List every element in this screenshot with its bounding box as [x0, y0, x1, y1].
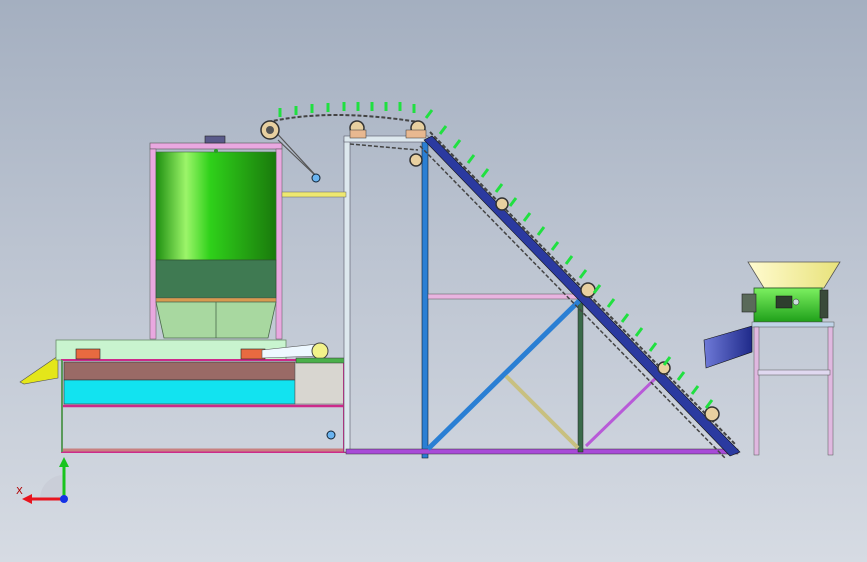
- support-arm[interactable]: [281, 191, 347, 198]
- cyan-tray[interactable]: [63, 379, 296, 405]
- shredder-motor[interactable]: [741, 293, 757, 313]
- drive-tag-right[interactable]: [240, 348, 266, 360]
- discharge-chute[interactable]: [703, 325, 753, 369]
- gearbox-block[interactable]: [294, 361, 346, 405]
- bolt-icon: [326, 430, 336, 440]
- base-machine[interactable]: [19, 339, 347, 453]
- frame-post-right[interactable]: [421, 139, 429, 459]
- drive-tag-left[interactable]: [75, 348, 101, 360]
- frame-post-left[interactable]: [343, 139, 351, 453]
- diagonal-brace-olive[interactable]: [504, 374, 580, 450]
- top-chain: [267, 114, 419, 123]
- shredder-unit[interactable]: [703, 261, 841, 456]
- tank-bottom[interactable]: [155, 259, 277, 299]
- shredder-hopper[interactable]: [747, 261, 841, 289]
- inclined-conveyor[interactable]: [260, 102, 741, 459]
- brown-layer: [63, 361, 296, 381]
- tank-cap[interactable]: [204, 135, 226, 144]
- drive-pulley[interactable]: [311, 342, 329, 360]
- x-axis-label: X: [16, 486, 23, 497]
- coordinate-triad-icon[interactable]: [10, 455, 80, 515]
- conveyor-frame[interactable]: [281, 135, 739, 459]
- cad-viewport[interactable]: X: [0, 0, 867, 562]
- tension-pulley[interactable]: [311, 173, 321, 183]
- conveyor-assembly-model[interactable]: [0, 0, 867, 562]
- frame-bottom-rail: [345, 448, 739, 455]
- tank-body[interactable]: [155, 151, 277, 261]
- z-axis-icon: [60, 495, 68, 503]
- diagonal-brace-purple[interactable]: [584, 372, 662, 448]
- inlet-chute[interactable]: [19, 355, 59, 385]
- mixing-tank[interactable]: [149, 135, 283, 340]
